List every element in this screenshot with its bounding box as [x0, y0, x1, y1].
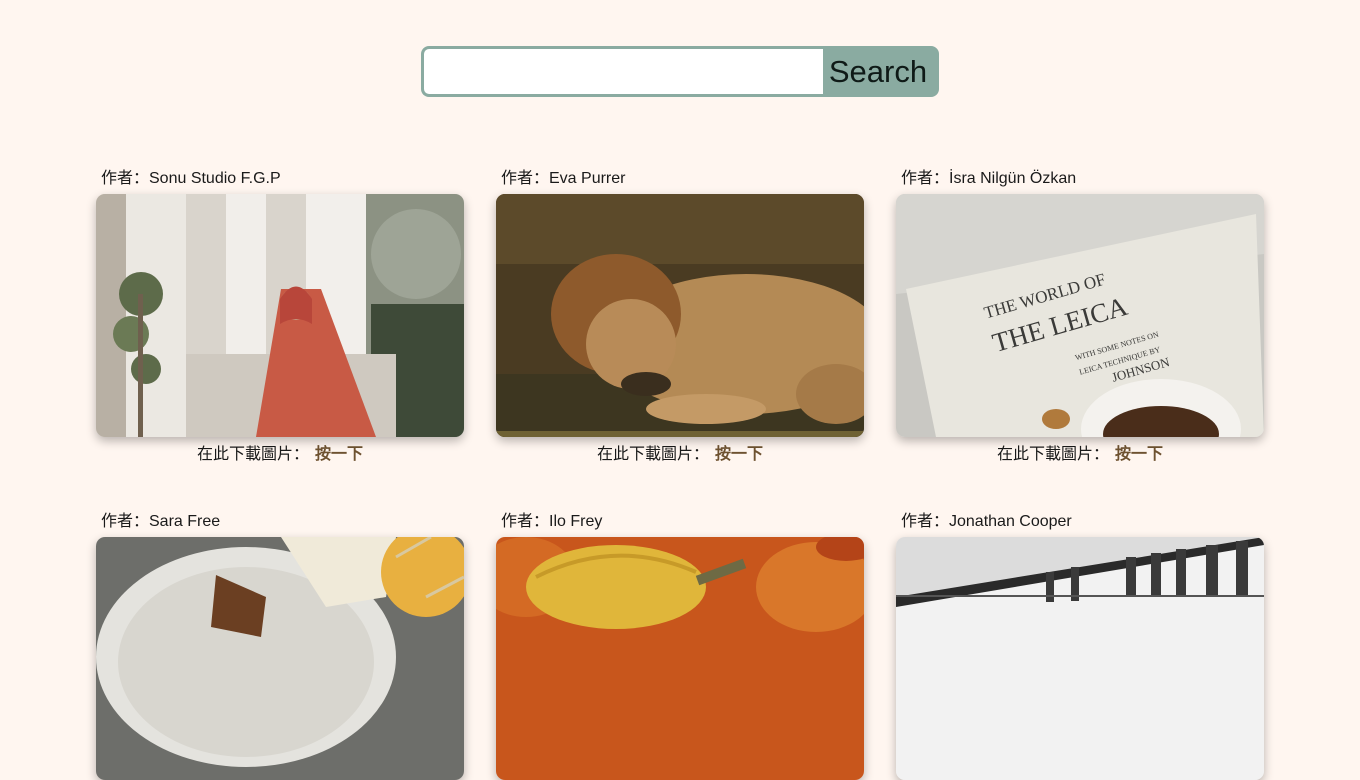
download-link[interactable]: 按一下: [1115, 446, 1163, 463]
download-text: 在此下載圖片：: [196, 446, 309, 463]
download-link[interactable]: 按一下: [715, 446, 763, 463]
author-label: 作者：Sonu Studio F.G.P: [101, 170, 281, 187]
download-link[interactable]: 按一下: [315, 446, 363, 463]
photo-card: 作者：İsra Nilgün Özkan THE WORLD OF THE LE…: [896, 168, 1264, 466]
download-text: 在此下載圖片：: [596, 446, 709, 463]
photo-card: 作者：Sara Free: [96, 511, 464, 780]
photo-pie[interactable]: [96, 537, 464, 780]
photo-card: 作者：Jonathan Cooper: [896, 511, 1264, 780]
photo-bride[interactable]: [96, 194, 464, 437]
download-row: 在此下載圖片： 按一下: [496, 444, 864, 466]
photo-card: 作者：Ilo Frey: [496, 511, 864, 780]
author-label: 作者：Jonathan Cooper: [901, 513, 1072, 530]
search-input[interactable]: [421, 46, 823, 97]
author-label: 作者：Ilo Frey: [501, 513, 603, 530]
photo-building[interactable]: [896, 537, 1264, 780]
photo-lion[interactable]: [496, 194, 864, 437]
author-label: 作者：İsra Nilgün Özkan: [901, 170, 1077, 187]
photo-card: 作者：Sonu Studio F.G.P 在此下載圖片： 按一下: [96, 168, 464, 466]
photo-book[interactable]: THE WORLD OF THE LEICA WITH SOME NOTES O…: [896, 194, 1264, 437]
author-label: 作者：Eva Purrer: [501, 170, 626, 187]
download-row: 在此下載圖片： 按一下: [896, 444, 1264, 466]
author-label: 作者：Sara Free: [101, 513, 221, 530]
photo-gourds[interactable]: [496, 537, 864, 780]
search-button[interactable]: Search: [823, 46, 939, 97]
search-bar: Search: [421, 46, 939, 97]
download-row: 在此下載圖片： 按一下: [96, 444, 464, 466]
photo-card: 作者：Eva Purrer 在此下載圖片： 按一下: [496, 168, 864, 466]
download-text: 在此下載圖片：: [996, 446, 1109, 463]
